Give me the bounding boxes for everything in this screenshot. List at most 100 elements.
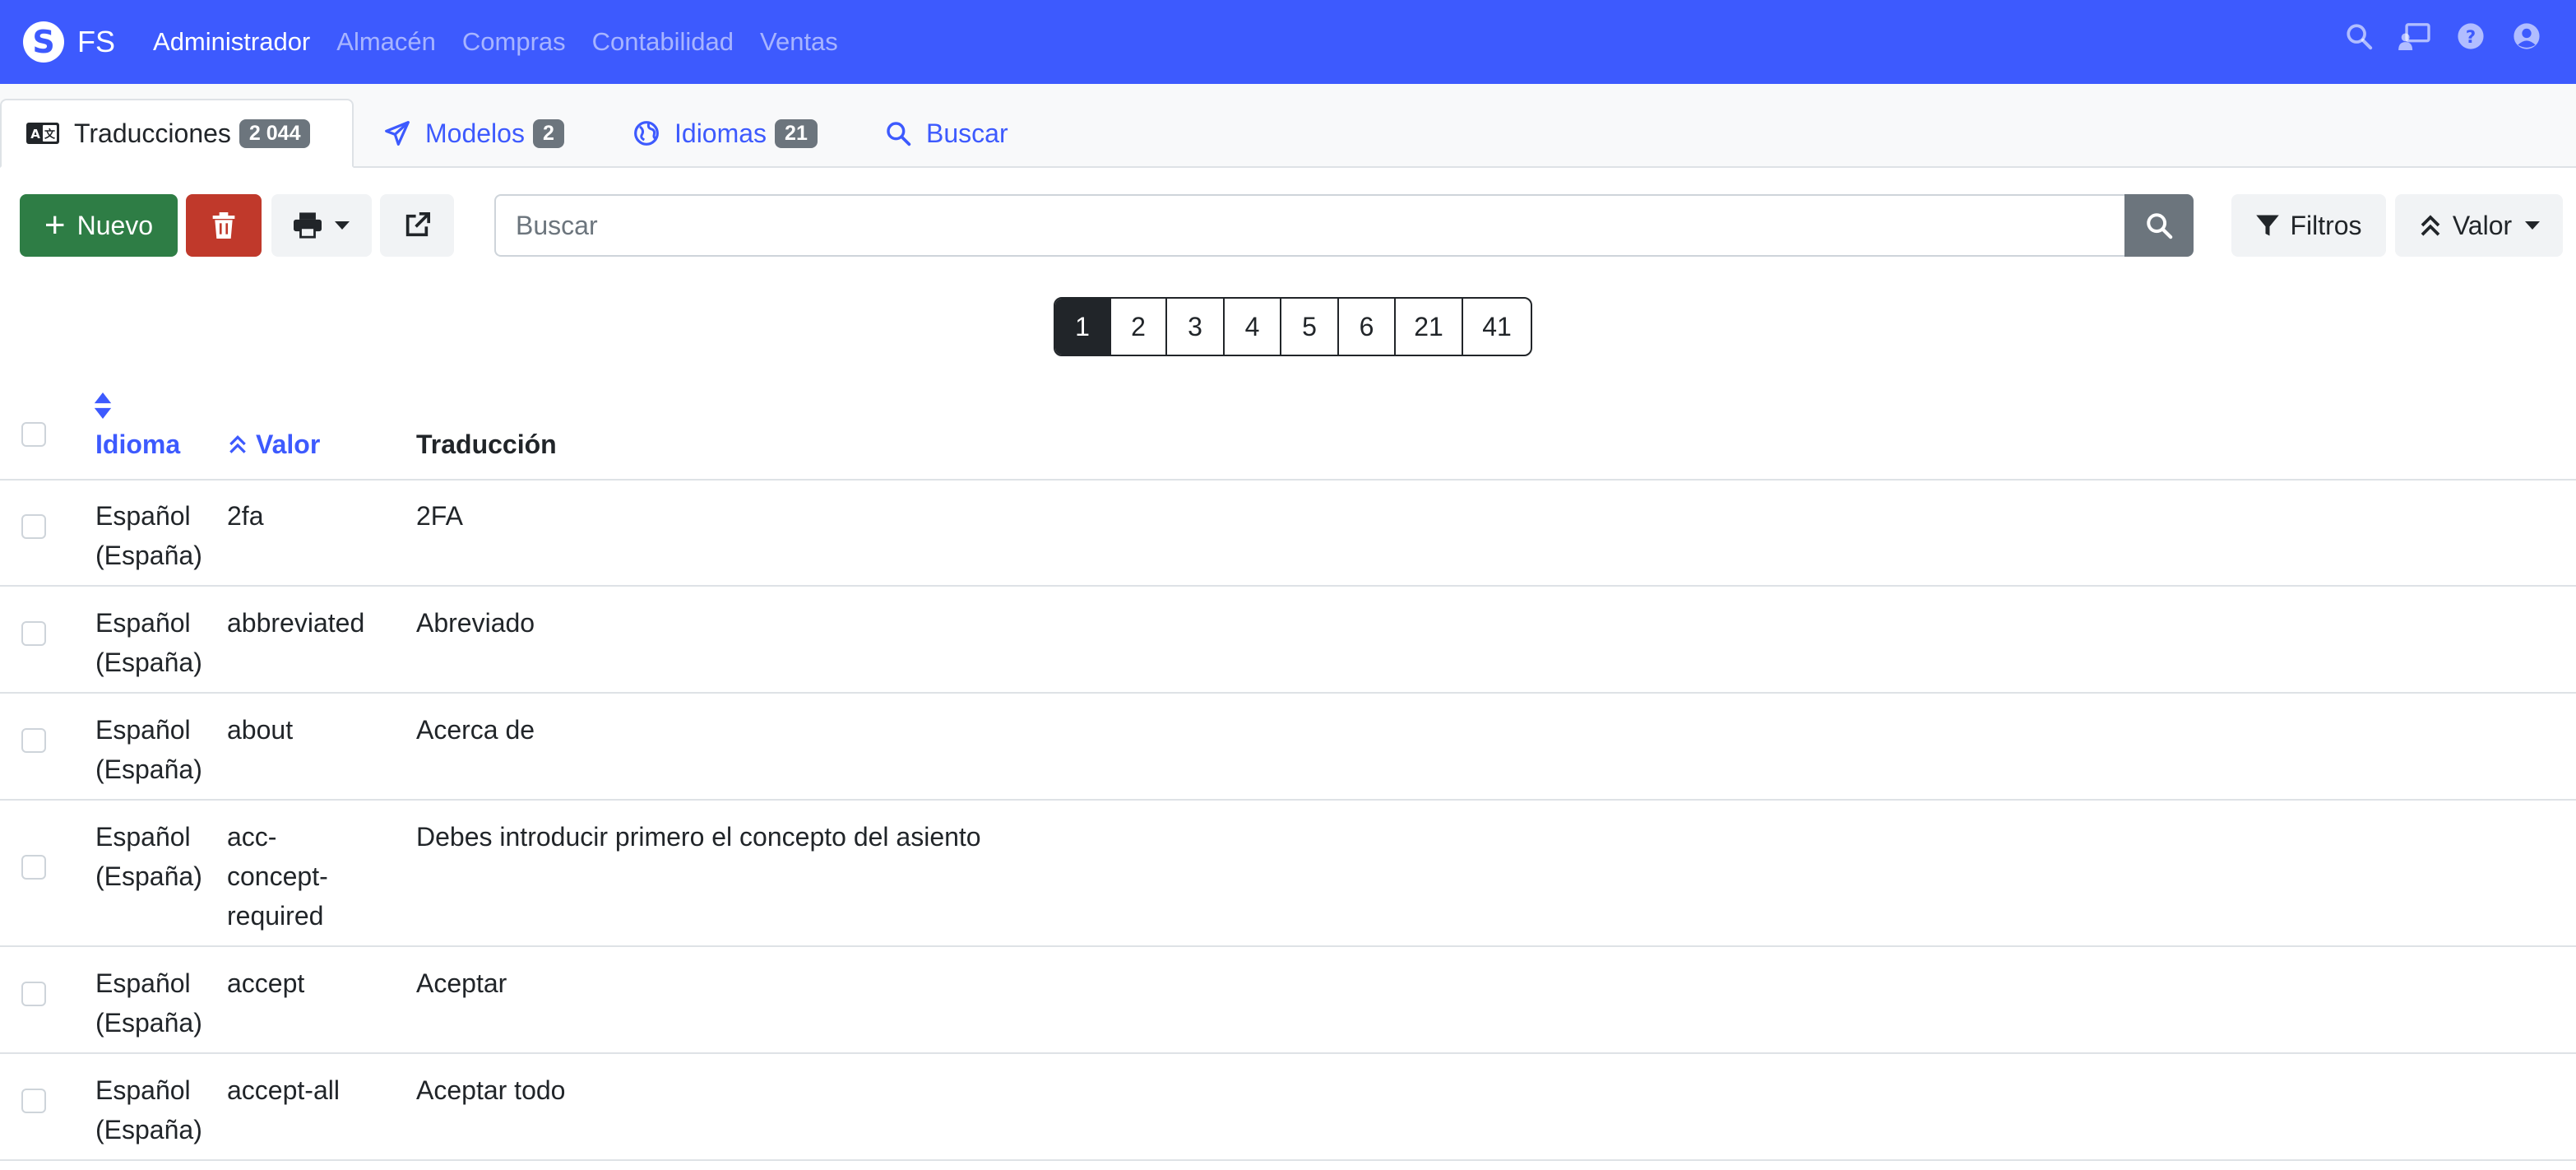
tabs-bar: A文 Traducciones 2 044 Modelos 2 Idiomas …	[0, 84, 2576, 168]
tab-label: Traducciones	[74, 118, 231, 148]
row-checkbox[interactable]	[21, 1089, 46, 1113]
cell-translation: Abreviado	[416, 608, 535, 638]
pagination: 1 2 3 4 5 6 21 41	[1054, 297, 1532, 356]
search-group	[494, 194, 2194, 257]
table-row[interactable]: Español (España) about Acerca de	[0, 694, 2576, 801]
tab-traducciones[interactable]: A文 Traducciones 2 044	[0, 99, 354, 168]
cell-value[interactable]: about	[227, 710, 391, 750]
print-icon	[294, 212, 322, 239]
row-checkbox[interactable]	[21, 514, 46, 539]
new-button-label: Nuevo	[76, 210, 154, 240]
trash-icon	[212, 212, 235, 239]
sort-label: Valor	[2452, 210, 2513, 240]
cell-value[interactable]: accept-all	[227, 1070, 391, 1110]
language-icon: A文	[26, 123, 59, 144]
user-circle-icon[interactable]	[2510, 20, 2543, 53]
tab-idiomas[interactable]: Idiomas 21	[609, 99, 842, 168]
table-row[interactable]: Español (España) abbreviated Abreviado	[0, 587, 2576, 694]
cell-language: Español (España)	[95, 1075, 202, 1144]
tab-buscar[interactable]: Buscar	[860, 99, 1033, 168]
cell-translation: 2FA	[416, 501, 463, 531]
table-row[interactable]: Español (España) accept-all Aceptar todo	[0, 1054, 2576, 1161]
search-icon	[887, 122, 911, 146]
search-button[interactable]	[2124, 194, 2194, 257]
table-header: Idioma Valor Traducción	[0, 378, 2576, 481]
main-menu: Administrador Almacén Compras Contabilid…	[153, 27, 864, 57]
cell-translation: Debes introducir primero el concepto del…	[416, 822, 981, 852]
search-icon	[2147, 213, 2173, 239]
page-link[interactable]: 41	[1462, 299, 1531, 355]
top-navbar: S FS Administrador Almacén Compras Conta…	[0, 0, 2576, 84]
count-badge: 2	[532, 118, 564, 148]
filters-button[interactable]: Filtros	[2231, 194, 2386, 257]
page-link[interactable]: 21	[1394, 299, 1462, 355]
filters-label: Filtros	[2290, 210, 2362, 240]
sort-icon[interactable]	[94, 392, 112, 419]
print-button[interactable]	[271, 194, 372, 257]
table-row[interactable]: Español (España) 2fa 2FA	[0, 480, 2576, 587]
delete-button[interactable]	[186, 194, 262, 257]
cell-language: Español (España)	[95, 968, 202, 1038]
globe-icon	[634, 121, 659, 146]
chevron-down-icon	[335, 221, 350, 230]
cell-language: Español (España)	[95, 822, 202, 891]
column-header-idioma[interactable]: Idioma	[95, 429, 180, 460]
row-checkbox[interactable]	[21, 728, 46, 753]
cell-value[interactable]: acc-concept-required	[227, 817, 350, 936]
cell-language: Español (España)	[95, 715, 202, 784]
tab-label: Modelos	[425, 118, 525, 148]
count-badge: 21	[775, 118, 818, 148]
tab-modelos[interactable]: Modelos 2	[359, 99, 589, 168]
double-chevron-up-icon[interactable]	[227, 433, 248, 456]
export-button[interactable]	[380, 194, 454, 257]
page-link[interactable]: 1	[1055, 299, 1110, 355]
brand-text: FS	[77, 25, 116, 58]
search-icon[interactable]	[2342, 20, 2375, 53]
plus-icon: +	[44, 205, 66, 245]
chalkboard-user-icon[interactable]	[2398, 20, 2431, 53]
cell-value[interactable]: accept	[227, 963, 391, 1003]
select-all-checkbox[interactable]	[21, 422, 46, 447]
menu-ventas[interactable]: Ventas	[760, 27, 838, 57]
tab-label: Buscar	[926, 118, 1008, 148]
sort-button[interactable]: Valor	[2395, 194, 2563, 257]
cell-translation: Aceptar	[416, 968, 507, 998]
filter-icon	[2256, 215, 2280, 236]
cell-value[interactable]: 2fa	[227, 496, 391, 536]
svg-text:?: ?	[2466, 27, 2476, 48]
page-link[interactable]: 6	[1337, 299, 1394, 355]
svg-text:文: 文	[44, 128, 56, 142]
count-badge: 2 044	[239, 118, 311, 148]
column-header-valor[interactable]: Valor	[256, 429, 320, 460]
paper-plane-icon	[385, 121, 410, 146]
facturascripts-logo-icon: S	[23, 21, 64, 63]
cell-language: Español (España)	[95, 501, 202, 570]
new-button[interactable]: + Nuevo	[20, 194, 178, 257]
column-header-traduccion: Traducción	[416, 429, 557, 459]
page-link[interactable]: 3	[1165, 299, 1223, 355]
svg-text:A: A	[30, 127, 40, 142]
double-chevron-up-icon	[2421, 215, 2440, 236]
row-checkbox[interactable]	[21, 621, 46, 646]
page-link[interactable]: 2	[1110, 299, 1165, 355]
table-row[interactable]: Español (España) accept Aceptar	[0, 947, 2576, 1054]
page-link[interactable]: 5	[1280, 299, 1337, 355]
question-circle-icon[interactable]: ?	[2454, 20, 2487, 53]
menu-administrador[interactable]: Administrador	[153, 27, 310, 57]
row-checkbox[interactable]	[21, 855, 46, 880]
cell-language: Español (España)	[95, 608, 202, 677]
tab-label: Idiomas	[674, 118, 767, 148]
menu-contabilidad[interactable]: Contabilidad	[592, 27, 734, 57]
external-link-icon	[405, 211, 431, 237]
cell-value[interactable]: abbreviated	[227, 603, 391, 643]
navbar-icons: ?	[2319, 20, 2543, 53]
menu-compras[interactable]: Compras	[462, 27, 566, 57]
page-link[interactable]: 4	[1223, 299, 1280, 355]
row-checkbox[interactable]	[21, 982, 46, 1006]
search-input[interactable]	[494, 194, 2124, 257]
menu-almacen[interactable]: Almacén	[336, 27, 436, 57]
chevron-down-icon	[2525, 221, 2541, 230]
brand[interactable]: S FS	[23, 21, 115, 63]
cell-translation: Aceptar todo	[416, 1075, 566, 1105]
table-row[interactable]: Español (España) acc-concept-required De…	[0, 801, 2576, 947]
